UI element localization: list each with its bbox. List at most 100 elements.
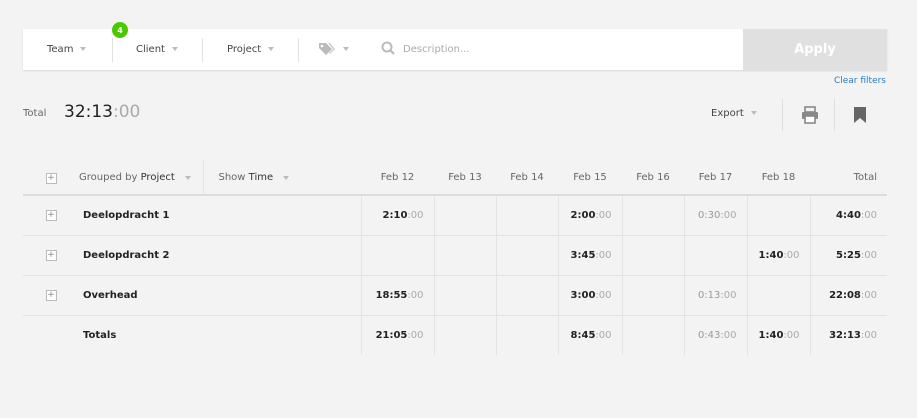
column-header: Feb 18: [747, 160, 810, 196]
time-cell: [495, 235, 558, 276]
time-cell: [495, 195, 558, 236]
description-search[interactable]: Description...: [381, 29, 470, 70]
show-prefix: Show: [218, 171, 246, 183]
expand-row-button[interactable]: +: [45, 250, 57, 261]
project-filter[interactable]: Project: [227, 29, 275, 70]
column-header: Feb 17: [684, 160, 747, 196]
show-value: Time: [248, 171, 274, 183]
empty-cell: [23, 315, 79, 355]
table-row: + Deelopdracht 1 2:10:00 2:00:00 0:30:00…: [23, 195, 887, 236]
tag-icon: [318, 42, 336, 58]
column-header: Feb 16: [622, 160, 684, 196]
time-cell: [433, 275, 496, 316]
client-filter-label: Client: [136, 44, 165, 55]
team-filter[interactable]: Team 4: [47, 22, 128, 70]
project-name: Deelopdracht 1: [79, 195, 361, 236]
group-by-value: Project: [140, 171, 175, 183]
expand-row-button[interactable]: +: [45, 290, 57, 301]
total-duration: 32:13:00: [64, 102, 140, 122]
time-cell: 2:00:00: [557, 195, 622, 236]
chevron-down-icon: [80, 46, 87, 51]
total-cell: [621, 315, 684, 355]
expand-cell: +: [23, 195, 79, 236]
column-header: Feb 13: [434, 160, 496, 196]
grand-total-cell: 32:13:00: [809, 315, 887, 355]
time-cell: [433, 195, 496, 236]
expand-all-cell: +: [23, 160, 79, 196]
total-cell: [495, 315, 558, 355]
team-filter-label: Team: [47, 44, 74, 55]
divider: [298, 38, 299, 62]
time-cell: 3:45:00: [557, 235, 622, 276]
export-dropdown[interactable]: Export: [711, 108, 757, 119]
time-cell: [621, 275, 684, 316]
total-cell: 1:40:00: [746, 315, 810, 355]
row-total-cell: 5:25:00: [809, 235, 887, 276]
show-dropdown[interactable]: Show Time: [203, 160, 361, 196]
totals-row: Totals 21:05:00 8:45:00 0:43:00 1:40:00 …: [23, 315, 887, 355]
expand-cell: +: [23, 235, 79, 276]
time-cell: 0:30:00: [683, 195, 747, 236]
project-name: Deelopdracht 2: [79, 235, 361, 276]
chevron-down-icon: [171, 46, 178, 51]
time-cell: 1:40:00: [746, 235, 810, 276]
search-icon: [381, 41, 403, 58]
client-filter[interactable]: Client: [136, 29, 178, 70]
column-header-total: Total: [810, 160, 887, 196]
time-cell: [495, 275, 558, 316]
team-count-badge: 4: [112, 22, 128, 38]
table-header-row: + Grouped by Project Show Time Feb 12 Fe…: [23, 160, 887, 196]
time-cell: [360, 235, 434, 276]
total-duration-main: 32:13: [64, 102, 113, 122]
description-input[interactable]: Description...: [403, 44, 470, 55]
time-cell: [746, 275, 810, 316]
divider: [834, 99, 835, 131]
time-cell: 2:10:00: [360, 195, 434, 236]
total-cell: [433, 315, 496, 355]
divider: [782, 99, 783, 131]
chevron-down-icon: [750, 110, 757, 115]
chevron-down-icon: [184, 175, 191, 180]
column-header: Feb 15: [558, 160, 622, 196]
total-label: Total: [23, 108, 47, 119]
chevron-down-icon: [268, 46, 275, 51]
project-filter-label: Project: [227, 44, 262, 55]
clear-filters-link[interactable]: Clear filters: [834, 76, 886, 86]
table-row: + Deelopdracht 2 3:45:00 1:40:00 5:25:00: [23, 235, 887, 276]
divider: [202, 38, 203, 62]
expand-cell: +: [23, 275, 79, 316]
filter-bar: Team 4 Client Project Description... App…: [23, 22, 887, 70]
time-cell: 3:00:00: [557, 275, 622, 316]
time-cell: [621, 235, 684, 276]
total-duration-seconds: :00: [113, 102, 141, 122]
report-table: + Grouped by Project Show Time Feb 12 Fe…: [23, 160, 887, 355]
group-by-prefix: Grouped by: [79, 171, 138, 183]
group-by-dropdown[interactable]: Grouped by Project: [79, 160, 204, 196]
total-cell: 0:43:00: [683, 315, 747, 355]
chevron-down-icon: [343, 46, 349, 51]
time-cell: 0:13:00: [683, 275, 747, 316]
print-icon[interactable]: [801, 105, 819, 129]
time-cell: [433, 235, 496, 276]
row-total-cell: 4:40:00: [809, 195, 887, 236]
export-label: Export: [711, 108, 744, 119]
total-cell: 8:45:00: [557, 315, 622, 355]
table-row: + Overhead 18:55:00 3:00:00 0:13:00 22:0…: [23, 275, 887, 316]
column-header: Feb 14: [496, 160, 558, 196]
chevron-down-icon: [283, 175, 290, 180]
time-cell: [621, 195, 684, 236]
apply-button[interactable]: Apply: [743, 29, 887, 70]
total-cell: 21:05:00: [360, 315, 434, 355]
expand-all-button[interactable]: +: [45, 172, 57, 184]
time-cell: [746, 195, 810, 236]
time-cell: 18:55:00: [360, 275, 434, 316]
expand-row-button[interactable]: +: [45, 210, 57, 222]
project-name: Overhead: [79, 275, 361, 316]
totals-label: Totals: [83, 329, 117, 341]
tags-filter[interactable]: [318, 29, 349, 70]
column-header: Feb 12: [361, 160, 434, 196]
divider: [112, 38, 113, 62]
time-cell: [683, 235, 747, 276]
bookmark-icon[interactable]: [853, 105, 867, 129]
row-total-cell: 22:08:00: [809, 275, 887, 316]
